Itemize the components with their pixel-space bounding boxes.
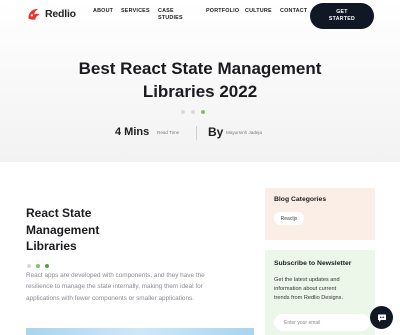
dot bbox=[201, 110, 205, 114]
paragraph-line1: React apps are developed with components… bbox=[26, 272, 205, 279]
dot bbox=[191, 110, 195, 114]
email-input[interactable] bbox=[274, 314, 370, 331]
paragraph-line3: applications with fewer components or sm… bbox=[26, 294, 195, 302]
chat-button[interactable] bbox=[370, 306, 393, 329]
dot bbox=[45, 264, 49, 268]
redlio-logo-icon bbox=[28, 9, 40, 20]
nav-item-case-studies-line1: CASE bbox=[158, 8, 174, 14]
author-name[interactable]: Mayursinh Jadeja bbox=[226, 130, 262, 135]
newsletter-title: Subscribe to Newsletter bbox=[274, 260, 352, 267]
nav-item-case-studies-line2: STUDIES bbox=[158, 15, 183, 21]
newsletter-description: Get the latest updates and information a… bbox=[274, 276, 370, 304]
dot bbox=[27, 264, 31, 268]
read-time-value: 4 Mins bbox=[115, 126, 150, 138]
get-started-line1: GET bbox=[336, 9, 348, 15]
page-title-line1: Best React State Management bbox=[78, 59, 322, 78]
paragraph-line2: resilience to manage the state internall… bbox=[26, 283, 203, 291]
section-heading-line1: React State bbox=[26, 206, 92, 220]
article-paragraph: React apps are developed with components… bbox=[26, 270, 238, 304]
nav-item-case-studies[interactable]: CASE STUDIES bbox=[158, 8, 183, 22]
article-meta: 4 Mins Read Time By Mayursinh Jadeja bbox=[0, 124, 400, 142]
newsletter-line2: information about current bbox=[274, 286, 337, 293]
hero-dots bbox=[181, 110, 205, 114]
newsletter-card: Subscribe to Newsletter Get the latest u… bbox=[265, 250, 375, 335]
read-time-label: Read Time bbox=[157, 130, 180, 135]
meta-divider bbox=[196, 126, 197, 140]
dot bbox=[36, 264, 40, 268]
page-title-line2: Libraries 2022 bbox=[142, 82, 258, 101]
nav-item-culture[interactable]: CULTURE bbox=[245, 8, 272, 15]
brand-name: Redlio bbox=[45, 8, 76, 20]
by-label: By bbox=[208, 125, 224, 139]
blog-categories-title: Blog Categories bbox=[274, 196, 327, 203]
logo[interactable]: Redlio bbox=[27, 7, 76, 21]
dot bbox=[181, 110, 185, 114]
newsletter-line1: Get the latest updates and bbox=[274, 277, 340, 283]
nav-item-contact[interactable]: CONTACT bbox=[280, 8, 307, 15]
article-image bbox=[26, 328, 254, 335]
get-started-line2: STARTED bbox=[328, 16, 356, 22]
category-chip-reactjs[interactable]: Reactjs bbox=[274, 212, 304, 225]
section-dots bbox=[27, 264, 49, 268]
nav-item-about[interactable]: ABOUT bbox=[93, 8, 113, 15]
chat-bubble-icon bbox=[377, 314, 386, 322]
get-started-button[interactable]: GET STARTED bbox=[310, 3, 374, 29]
top-nav: Redlio ABOUT SERVICES CASE STUDIES PORTF… bbox=[0, 0, 400, 34]
blog-categories-card: Blog Categories Reactjs bbox=[265, 188, 375, 240]
section-heading-line2: Management bbox=[26, 222, 100, 237]
section-heading: React State Management Libraries bbox=[26, 205, 146, 255]
section-heading-line3: Libraries bbox=[26, 239, 77, 253]
newsletter-line3: trends from Redlio Designs. bbox=[274, 295, 344, 302]
nav-item-services[interactable]: SERVICES bbox=[121, 8, 150, 15]
page-title: Best React State Management Libraries 20… bbox=[40, 57, 360, 103]
nav-item-portfolio[interactable]: PORTFOLIO bbox=[206, 8, 239, 15]
